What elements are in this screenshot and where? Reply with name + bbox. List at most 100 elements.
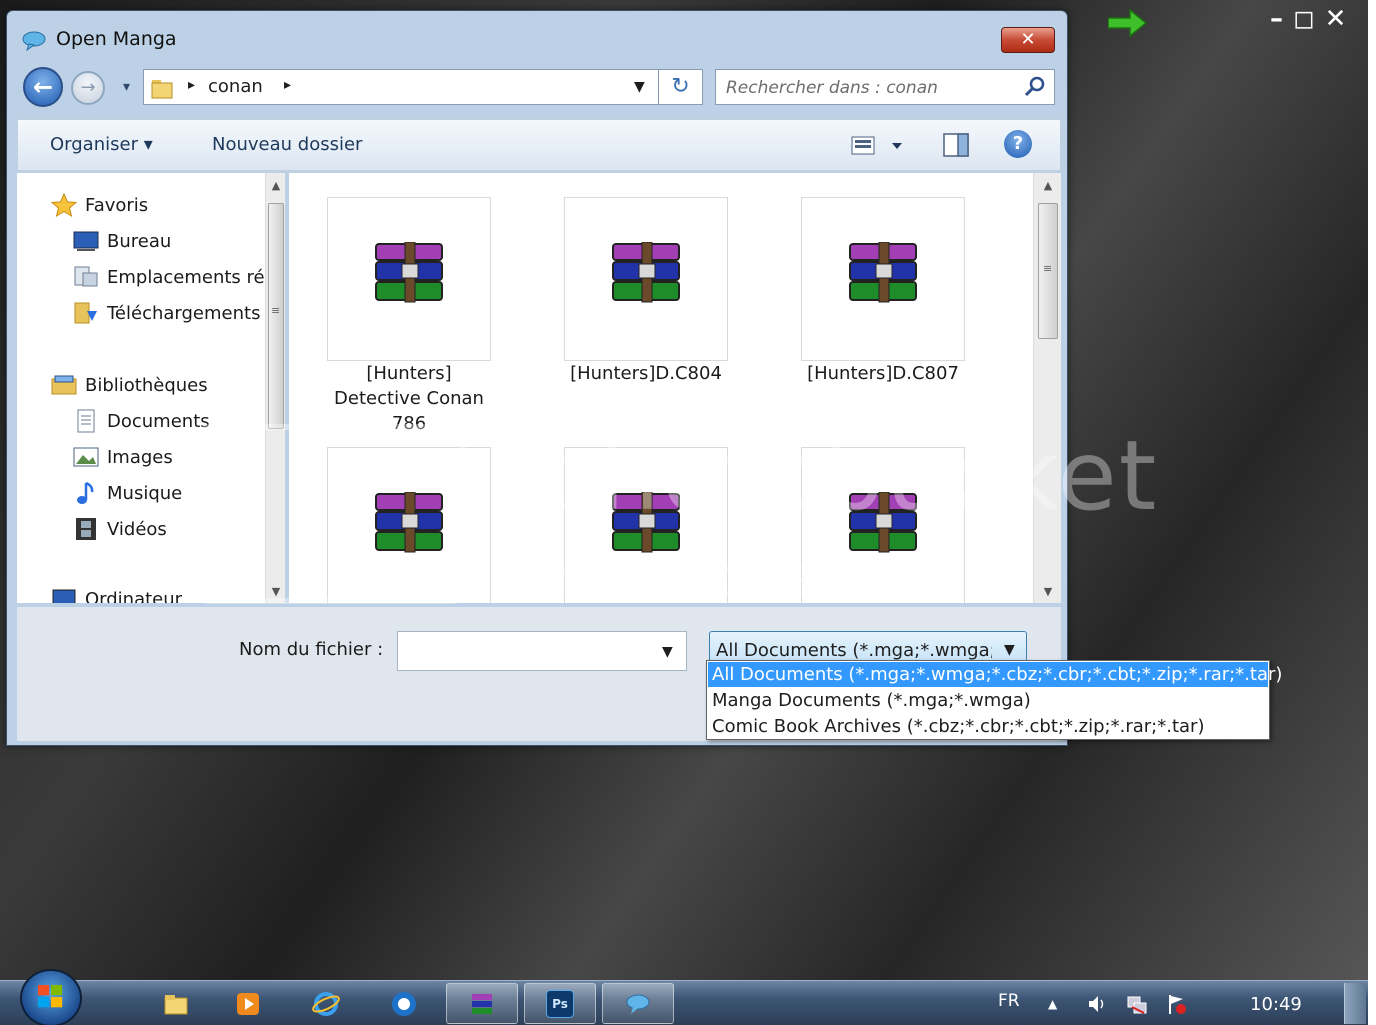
media-player-icon (237, 992, 259, 1015)
nav-documents[interactable]: Documents (73, 409, 210, 433)
search-icon[interactable] (1024, 76, 1046, 98)
filetype-option-manga[interactable]: Manga Documents (*.mga;*.wmga) (708, 688, 1268, 713)
new-folder-button[interactable]: Nouveau dossier (212, 134, 362, 155)
nav-downloads[interactable]: Téléchargements (73, 301, 260, 325)
filename-dropdown-arrow-icon[interactable]: ▼ (662, 644, 673, 660)
app-restore-button[interactable]: ◻ (1293, 4, 1315, 34)
screen-edge (1368, 0, 1376, 1025)
windows-logo-icon (37, 984, 63, 1008)
filetype-option-comic[interactable]: Comic Book Archives (*.cbz;*.cbr;*.cbt;*… (708, 714, 1268, 739)
navigation-bar: ← → ▾ ▸ conan ▸ ▼ ↻ (19, 67, 1059, 109)
refresh-button[interactable]: ↻ (659, 69, 703, 105)
manga-reader-icon (626, 994, 650, 1014)
scroll-up-arrow-icon[interactable]: ▲ (1034, 179, 1061, 192)
file-name-label[interactable]: [Hunters]D.C807 (783, 361, 983, 386)
file-tile[interactable] (564, 447, 728, 603)
command-bar: Organiser ▾ Nouveau dossier ? (17, 119, 1061, 171)
app-window-controls: – ◻ ✕ (1270, 4, 1346, 34)
taskbar-internet-explorer[interactable] (290, 983, 362, 1024)
app-close-button[interactable]: ✕ (1325, 4, 1347, 34)
winrar-archive-icon (612, 492, 680, 553)
nav-images[interactable]: Images (73, 445, 173, 469)
dialog-close-button[interactable]: ✕ (1001, 27, 1055, 53)
breadcrumb-separator[interactable]: ▸ (188, 77, 195, 93)
scroll-grip-icon: ≡ (1043, 262, 1053, 275)
show-hidden-icons-button[interactable]: ▲ (1048, 997, 1057, 1011)
help-button[interactable]: ? (1004, 130, 1032, 158)
change-view-icon[interactable] (850, 134, 910, 158)
videos-icon (76, 518, 96, 540)
app-bubble-icon (22, 31, 46, 51)
taskbar-winrar[interactable] (446, 983, 518, 1024)
winrar-archive-icon (849, 492, 917, 553)
nav-label: Documents (107, 410, 210, 432)
winrar-archive-icon (375, 242, 443, 303)
preview-pane-icon[interactable] (942, 132, 970, 158)
nav-label: Vidéos (107, 518, 167, 540)
file-scroll-thumb[interactable]: ≡ (1038, 203, 1058, 339)
language-indicator[interactable]: FR (998, 991, 1020, 1011)
recent-places-icon (74, 266, 98, 287)
filetype-dropdown-arrow-icon[interactable]: ▼ (1004, 642, 1015, 658)
search-box[interactable] (715, 69, 1055, 105)
nav-label: Musique (107, 482, 183, 504)
file-tile[interactable] (327, 447, 491, 603)
nav-favorites[interactable]: Favoris (51, 193, 148, 217)
nav-desktop[interactable]: Bureau (73, 229, 171, 253)
scroll-up-arrow-icon[interactable]: ▲ (266, 179, 285, 192)
dialog-titlebar[interactable]: Open Manga ✕ (7, 11, 1067, 65)
taskbar-photoshop[interactable]: Ps (524, 983, 596, 1024)
address-dropdown-button[interactable]: ▼ (634, 79, 645, 95)
taskbar-messenger[interactable] (368, 983, 440, 1024)
file-tile[interactable] (801, 447, 965, 603)
taskbar-manga-reader[interactable] (602, 983, 674, 1024)
taskbar-media-player[interactable] (212, 983, 284, 1024)
scroll-down-arrow-icon[interactable]: ▼ (266, 585, 285, 598)
file-tile[interactable] (801, 197, 965, 361)
file-tile[interactable] (327, 197, 491, 361)
filetype-option-all[interactable]: All Documents (*.mga;*.wmga;*.cbz;*.cbr;… (708, 662, 1282, 687)
recent-locations-button[interactable]: ▾ (123, 79, 130, 95)
nav-label: Téléchargements (107, 302, 261, 324)
winrar-archive-icon (849, 242, 917, 303)
scroll-grip-icon: ≡ (271, 304, 281, 317)
network-icon[interactable] (1126, 993, 1148, 1015)
dialog-title: Open Manga (56, 28, 177, 50)
nav-music[interactable]: Musique (73, 481, 182, 505)
forward-button[interactable]: → (71, 71, 105, 105)
computer-icon (52, 589, 76, 603)
file-name-label[interactable]: [Hunters] Detective Conan 786 (309, 361, 509, 436)
nav-computer[interactable]: Ordinateur (51, 587, 182, 603)
breadcrumb-conan[interactable]: conan (208, 76, 263, 97)
libraries-icon (51, 375, 77, 395)
show-desktop-button[interactable] (1344, 983, 1366, 1024)
taskbar: Ps FR ▲ 10:49 (0, 969, 1368, 1025)
nav-scroll-thumb[interactable]: ≡ (268, 203, 284, 429)
nav-pane-scrollbar[interactable]: ▲ ≡ ▼ (265, 173, 285, 603)
nav-videos[interactable]: Vidéos (73, 517, 167, 541)
system-clock[interactable]: 10:49 (1250, 994, 1302, 1015)
green-arrow-icon[interactable] (1108, 8, 1148, 38)
app-minimize-button[interactable]: – (1270, 4, 1283, 34)
messenger-icon (392, 991, 416, 1016)
breadcrumb-separator[interactable]: ▸ (284, 77, 291, 93)
file-pane-scrollbar[interactable]: ▲ ≡ ▼ (1033, 173, 1061, 603)
scroll-down-arrow-icon[interactable]: ▼ (1034, 585, 1061, 598)
star-icon (51, 193, 77, 217)
nav-recent-places[interactable]: Emplacements ré (73, 265, 265, 289)
taskbar-explorer[interactable] (140, 983, 212, 1024)
address-bar[interactable]: ▸ conan ▸ ▼ (143, 69, 659, 105)
search-input[interactable] (726, 75, 1016, 101)
file-name-label[interactable]: [Hunters]D.C804 (546, 361, 746, 386)
filename-combobox[interactable]: ▼ (397, 631, 687, 671)
action-center-flag-icon[interactable] (1166, 993, 1188, 1015)
start-button[interactable] (20, 969, 82, 1025)
nav-label: Bureau (107, 230, 172, 252)
organize-button[interactable]: Organiser ▾ (50, 134, 153, 155)
nav-label: Favoris (85, 194, 149, 216)
file-tile[interactable] (564, 197, 728, 361)
back-button[interactable]: ← (23, 67, 63, 107)
nav-label: Bibliothèques (85, 374, 208, 396)
nav-libraries[interactable]: Bibliothèques (51, 373, 208, 397)
volume-icon[interactable] (1086, 993, 1108, 1015)
